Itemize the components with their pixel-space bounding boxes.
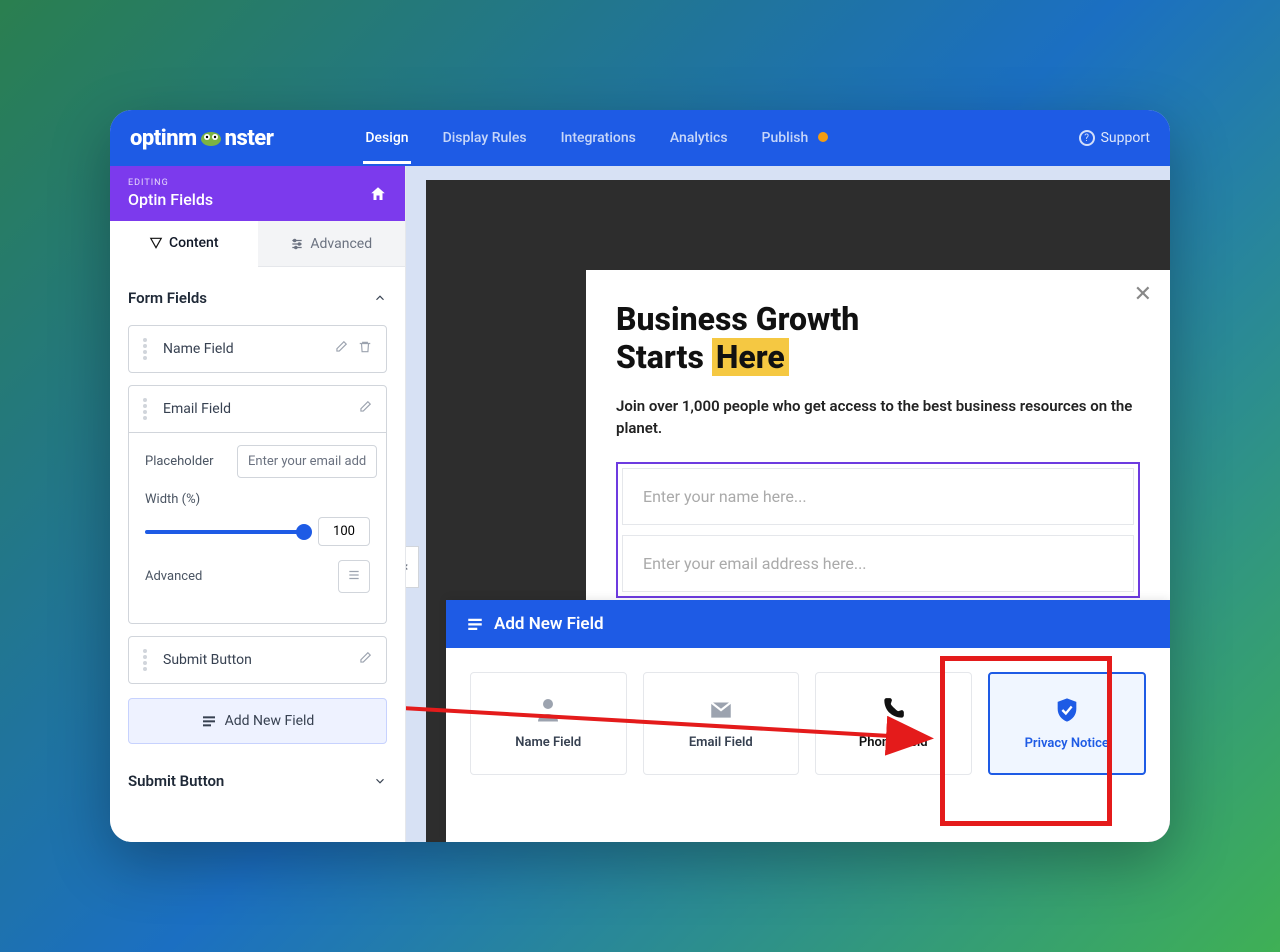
editing-bar: EDITING Optin Fields bbox=[110, 166, 405, 221]
top-nav: optinm nster Design Display Rules Integr… bbox=[110, 110, 1170, 166]
placeholder-label: Placeholder bbox=[145, 454, 225, 469]
advanced-toggle[interactable] bbox=[338, 560, 370, 593]
drag-handle-icon[interactable] bbox=[143, 338, 153, 360]
tab-publish[interactable]: Publish bbox=[760, 112, 830, 164]
close-icon[interactable]: ✕ bbox=[1134, 282, 1152, 307]
popup-name-input[interactable]: Enter your name here... bbox=[622, 468, 1134, 525]
popup-subtitle: Join over 1,000 people who get access to… bbox=[616, 395, 1140, 440]
editing-overline: EDITING bbox=[128, 178, 213, 188]
app-window: optinm nster Design Display Rules Integr… bbox=[110, 110, 1170, 842]
list-icon bbox=[201, 713, 217, 729]
field-card-name[interactable]: Name Field bbox=[470, 672, 627, 775]
section-submit-button[interactable]: Submit Button bbox=[128, 766, 387, 796]
field-email-label: Email Field bbox=[163, 401, 231, 417]
popup-form: Enter your name here... Enter your email… bbox=[616, 462, 1140, 598]
field-card-email[interactable]: Email Field bbox=[643, 672, 800, 775]
editing-title: Optin Fields bbox=[128, 190, 213, 209]
phone-icon bbox=[877, 695, 909, 723]
slider-thumb[interactable] bbox=[296, 524, 312, 540]
collapse-sidebar-button[interactable] bbox=[406, 546, 419, 588]
drag-handle-icon[interactable] bbox=[143, 398, 153, 420]
field-card-email-label: Email Field bbox=[689, 735, 753, 750]
field-submit-label: Submit Button bbox=[163, 652, 252, 668]
popup-title: Business Growth Starts Here bbox=[616, 300, 1140, 377]
field-card-phone-label: Phone Field bbox=[859, 735, 928, 750]
email-field-settings: Placeholder Width (%) Advanced bbox=[128, 429, 387, 624]
field-card-privacy-label: Privacy Notice bbox=[1025, 736, 1109, 751]
add-field-panel: Add New Field Name Field bbox=[446, 600, 1170, 842]
body-area: EDITING Optin Fields Content Advanced bbox=[110, 166, 1170, 842]
nav-tabs: Design Display Rules Integrations Analyt… bbox=[363, 112, 829, 164]
chevron-up-icon bbox=[373, 291, 387, 305]
add-new-field-button[interactable]: Add New Field bbox=[128, 698, 387, 744]
sub-tab-content[interactable]: Content bbox=[110, 221, 258, 267]
placeholder-input[interactable] bbox=[237, 445, 377, 478]
field-card-name-label: Name Field bbox=[515, 735, 581, 750]
field-card-privacy[interactable]: Privacy Notice bbox=[988, 672, 1147, 775]
field-card-phone[interactable]: Phone Field bbox=[815, 672, 972, 775]
section-submit-label: Submit Button bbox=[128, 772, 224, 790]
add-field-label: Add New Field bbox=[225, 713, 315, 729]
section-form-fields-label: Form Fields bbox=[128, 289, 207, 307]
add-field-panel-header: Add New Field bbox=[446, 600, 1170, 648]
field-row-email[interactable]: Email Field bbox=[128, 385, 387, 433]
tab-analytics[interactable]: Analytics bbox=[668, 112, 730, 164]
popup-preview: ✕ Business Growth Starts Here Join over … bbox=[586, 270, 1170, 638]
chevron-down-icon bbox=[373, 774, 387, 788]
tab-integrations[interactable]: Integrations bbox=[559, 112, 638, 164]
popup-title-line2a: Starts bbox=[616, 338, 712, 376]
help-icon: ? bbox=[1079, 130, 1095, 146]
list-icon bbox=[466, 615, 484, 633]
support-label: Support bbox=[1101, 130, 1150, 146]
publish-badge-icon bbox=[818, 132, 828, 142]
field-row-name[interactable]: Name Field bbox=[128, 325, 387, 373]
home-icon[interactable] bbox=[369, 185, 387, 203]
width-label: Width (%) bbox=[145, 492, 225, 507]
sidebar-panel: Form Fields Name Field Email Field bbox=[110, 267, 405, 812]
brand-text-2: nster bbox=[225, 126, 274, 151]
sub-tab-content-label: Content bbox=[169, 235, 219, 251]
monster-icon bbox=[199, 126, 223, 146]
brand-logo: optinm nster bbox=[130, 126, 273, 151]
sub-tabs: Content Advanced bbox=[110, 221, 405, 267]
person-icon bbox=[532, 695, 564, 723]
popup-title-highlight: Here bbox=[712, 338, 789, 376]
envelope-icon bbox=[705, 695, 737, 723]
edit-icon[interactable] bbox=[358, 651, 372, 669]
edit-icon[interactable] bbox=[334, 340, 348, 358]
sub-tab-advanced[interactable]: Advanced bbox=[258, 221, 406, 266]
popup-title-line1: Business Growth bbox=[616, 300, 859, 338]
canvas-area: ✕ Business Growth Starts Here Join over … bbox=[406, 166, 1170, 842]
width-slider[interactable] bbox=[145, 530, 308, 534]
tab-publish-label: Publish bbox=[762, 130, 809, 146]
popup-email-input[interactable]: Enter your email address here... bbox=[622, 535, 1134, 592]
field-name-label: Name Field bbox=[163, 341, 234, 357]
tab-display-rules[interactable]: Display Rules bbox=[441, 112, 529, 164]
sidebar: EDITING Optin Fields Content Advanced bbox=[110, 166, 406, 842]
shield-check-icon bbox=[1051, 696, 1083, 724]
tab-design[interactable]: Design bbox=[363, 112, 410, 164]
width-value-input[interactable] bbox=[318, 517, 370, 546]
advanced-label: Advanced bbox=[145, 569, 225, 584]
delete-icon[interactable] bbox=[358, 340, 372, 358]
edit-icon[interactable] bbox=[358, 400, 372, 418]
support-link[interactable]: ? Support bbox=[1079, 130, 1150, 146]
field-options: Name Field Email Field Pho bbox=[446, 648, 1170, 799]
section-form-fields[interactable]: Form Fields bbox=[128, 283, 387, 313]
sub-tab-advanced-label: Advanced bbox=[310, 236, 372, 252]
drag-handle-icon[interactable] bbox=[143, 649, 153, 671]
add-field-panel-title: Add New Field bbox=[494, 614, 604, 634]
brand-text-1: optinm bbox=[130, 126, 197, 151]
field-row-submit[interactable]: Submit Button bbox=[128, 636, 387, 684]
canvas-inner: ✕ Business Growth Starts Here Join over … bbox=[426, 180, 1170, 842]
